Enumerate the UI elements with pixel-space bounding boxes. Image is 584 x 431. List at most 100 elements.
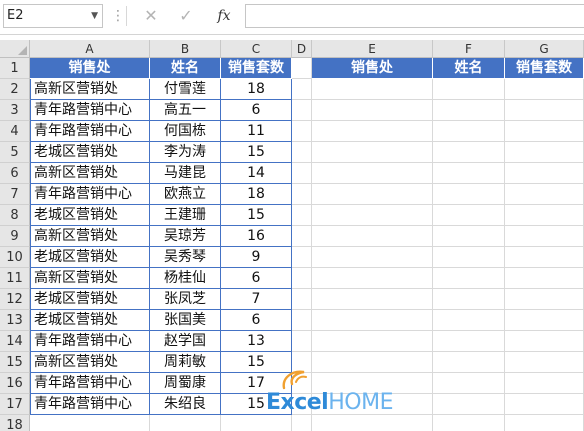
row-header[interactable]: 10 [0, 247, 30, 268]
row-header[interactable]: 13 [0, 310, 30, 331]
table-cell-units[interactable]: 6 [221, 310, 292, 331]
cell[interactable] [505, 310, 584, 331]
cell[interactable] [292, 142, 312, 163]
column-header-b[interactable]: B [150, 40, 221, 58]
row-header[interactable]: 9 [0, 226, 30, 247]
cell[interactable] [292, 79, 312, 100]
cell[interactable] [292, 247, 312, 268]
column-header-d[interactable]: D [292, 40, 312, 58]
cell[interactable] [433, 79, 505, 100]
row-header[interactable]: 11 [0, 268, 30, 289]
result-header-cell[interactable]: 销售套数 [505, 58, 584, 79]
chevron-down-icon[interactable]: ▼ [91, 5, 98, 27]
name-box[interactable]: E2 ▼ [3, 4, 103, 28]
cell[interactable] [292, 205, 312, 226]
cell[interactable] [433, 205, 505, 226]
cell[interactable] [433, 142, 505, 163]
cell[interactable] [30, 415, 150, 431]
cell[interactable] [312, 163, 433, 184]
table-cell-name[interactable]: 李为涛 [150, 142, 221, 163]
cell[interactable] [505, 205, 584, 226]
table-cell-units[interactable]: 14 [221, 163, 292, 184]
cell[interactable] [505, 331, 584, 352]
table-cell-name[interactable]: 高五一 [150, 100, 221, 121]
cell[interactable] [433, 121, 505, 142]
row-header[interactable]: 1 [0, 58, 30, 79]
cell[interactable] [292, 121, 312, 142]
row-header[interactable]: 4 [0, 121, 30, 142]
cell[interactable] [312, 289, 433, 310]
select-all-corner[interactable] [0, 40, 30, 58]
table-cell-name[interactable]: 赵学国 [150, 331, 221, 352]
cell[interactable] [505, 289, 584, 310]
table-cell-name[interactable]: 张凤芝 [150, 289, 221, 310]
drag-handle-icon[interactable]: ⋮ [111, 6, 125, 26]
row-header[interactable]: 7 [0, 184, 30, 205]
cell[interactable] [505, 121, 584, 142]
table-cell-name[interactable]: 杨桂仙 [150, 268, 221, 289]
table-header-cell[interactable]: 销售套数 [221, 58, 292, 79]
cell[interactable] [505, 100, 584, 121]
table-cell-sales-office[interactable]: 青年路营销中心 [30, 331, 150, 352]
cell[interactable] [312, 310, 433, 331]
table-cell-sales-office[interactable]: 高新区营销处 [30, 268, 150, 289]
row-header[interactable]: 18 [0, 415, 30, 431]
cell[interactable] [292, 331, 312, 352]
cell[interactable] [505, 268, 584, 289]
cell[interactable] [505, 184, 584, 205]
cell[interactable] [433, 352, 505, 373]
row-header[interactable]: 12 [0, 289, 30, 310]
table-cell-sales-office[interactable]: 老城区营销处 [30, 142, 150, 163]
cell[interactable] [312, 79, 433, 100]
cell[interactable] [312, 121, 433, 142]
cell[interactable] [433, 394, 505, 415]
cell[interactable] [505, 142, 584, 163]
cell[interactable] [433, 163, 505, 184]
cell[interactable] [312, 268, 433, 289]
table-cell-units[interactable]: 15 [221, 142, 292, 163]
cell[interactable] [433, 310, 505, 331]
table-cell-name[interactable]: 周莉敏 [150, 352, 221, 373]
table-cell-name[interactable]: 王建珊 [150, 205, 221, 226]
cell[interactable] [433, 226, 505, 247]
cell[interactable] [292, 226, 312, 247]
table-cell-sales-office[interactable]: 高新区营销处 [30, 352, 150, 373]
row-header[interactable]: 8 [0, 205, 30, 226]
cell[interactable] [433, 268, 505, 289]
cell[interactable] [292, 289, 312, 310]
table-cell-sales-office[interactable]: 老城区营销处 [30, 205, 150, 226]
table-cell-units[interactable]: 7 [221, 289, 292, 310]
column-header-g[interactable]: G [505, 40, 584, 58]
cell[interactable] [433, 100, 505, 121]
row-header[interactable]: 3 [0, 100, 30, 121]
cell[interactable] [505, 394, 584, 415]
row-header[interactable]: 2 [0, 79, 30, 100]
cell[interactable] [312, 184, 433, 205]
cell[interactable] [505, 352, 584, 373]
table-cell-units[interactable]: 6 [221, 100, 292, 121]
row-header[interactable]: 16 [0, 373, 30, 394]
result-header-cell[interactable]: 姓名 [433, 58, 505, 79]
table-cell-sales-office[interactable]: 青年路营销中心 [30, 121, 150, 142]
cell[interactable] [433, 415, 505, 431]
cell[interactable] [312, 142, 433, 163]
table-cell-units[interactable]: 18 [221, 184, 292, 205]
cell[interactable] [312, 100, 433, 121]
cell[interactable] [292, 58, 312, 79]
table-cell-sales-office[interactable]: 老城区营销处 [30, 247, 150, 268]
cell[interactable] [505, 163, 584, 184]
table-cell-sales-office[interactable]: 青年路营销中心 [30, 100, 150, 121]
cell[interactable] [312, 331, 433, 352]
cell[interactable] [433, 184, 505, 205]
cell[interactable] [312, 226, 433, 247]
enter-icon[interactable]: ✓ [174, 5, 198, 27]
column-header-e[interactable]: E [312, 40, 433, 58]
table-cell-name[interactable]: 张国美 [150, 310, 221, 331]
row-header[interactable]: 17 [0, 394, 30, 415]
table-cell-sales-office[interactable]: 青年路营销中心 [30, 394, 150, 415]
table-cell-sales-office[interactable]: 青年路营销中心 [30, 184, 150, 205]
cell[interactable] [505, 373, 584, 394]
cell[interactable] [312, 205, 433, 226]
cell[interactable] [505, 415, 584, 431]
cell[interactable] [292, 163, 312, 184]
